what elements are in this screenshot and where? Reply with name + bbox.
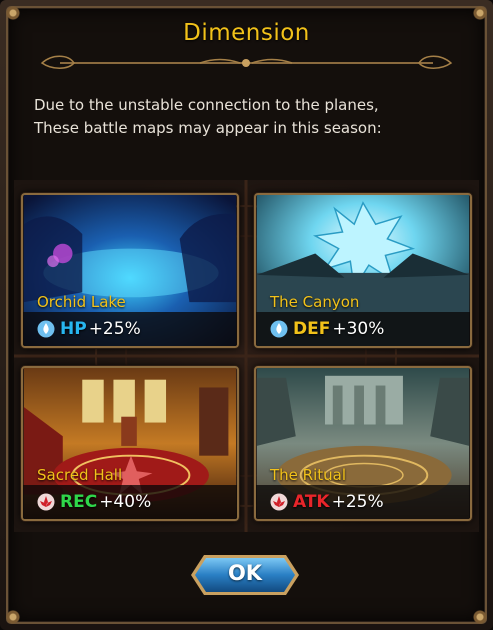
bonus-stat: HP [60,319,87,339]
map-card-the-ritual: The Ritual ATK +25% [254,366,472,521]
dialog-title: Dimension [183,20,310,46]
title-divider-ornament [40,55,453,69]
map-name: The Canyon [270,293,360,311]
map-card-sacred-hall: Sacred Hall REC +40% [21,366,239,521]
bonus-value: +25% [88,319,141,339]
bonus-stat: REC [60,492,98,512]
bonus-value: +40% [99,492,152,512]
map-bonus: DEF +30% [270,319,384,339]
map-card-orchid-lake: Orchid Lake HP +25% [21,193,239,348]
description-line: Due to the unstable connection to the pl… [34,96,379,114]
ok-button-label: OK [227,561,263,585]
ok-button[interactable]: OK [190,554,300,596]
lotus-icon [270,493,288,511]
map-name: Orchid Lake [37,293,126,311]
bonus-stat: ATK [293,492,330,512]
frame-corner [471,608,489,626]
map-bonus: HP +25% [37,319,141,339]
map-name: Sacred Hall [37,466,123,484]
map-bonus: ATK +25% [270,492,384,512]
water-drop-icon [37,320,55,338]
water-drop-icon [270,320,288,338]
description-line: These battle maps may appear in this sea… [34,119,382,137]
map-bonus: REC +40% [37,492,151,512]
dialog-frame: Dimension Due to the unstable connection… [0,0,493,630]
frame-corner [4,608,22,626]
lotus-icon [37,493,55,511]
bonus-stat: DEF [293,319,331,339]
bonus-value: +25% [331,492,384,512]
dialog-description: Due to the unstable connection to the pl… [34,94,454,140]
bonus-value: +30% [332,319,385,339]
map-name: The Ritual [270,466,347,484]
battle-map-grid: Orchid Lake HP +25% The Canyon DEF +30% … [14,180,479,532]
map-card-the-canyon: The Canyon DEF +30% [254,193,472,348]
